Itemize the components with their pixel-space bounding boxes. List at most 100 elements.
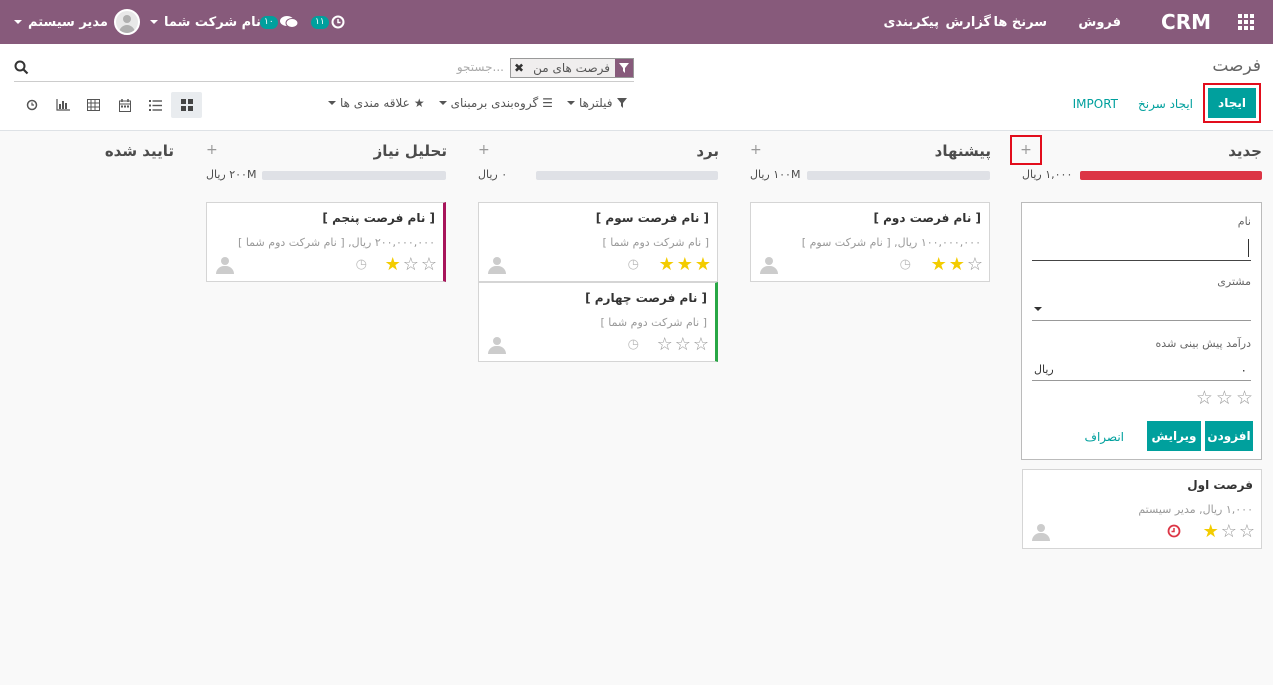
card-subtitle: [ نام شرکت دوم شما ] bbox=[600, 316, 707, 329]
menu-leads[interactable]: سرنخ ها bbox=[993, 0, 1047, 44]
star-icon[interactable]: ☆ bbox=[1221, 521, 1237, 542]
list-icon: ☰ bbox=[542, 96, 553, 110]
filters-label: فیلترها bbox=[578, 96, 613, 110]
kanban-card[interactable]: فرصت اول ۱,۰۰۰ ریال, مدیر سیستم ★ ☆ ☆ bbox=[1022, 469, 1262, 549]
kanban-board: جدید + ۱,۰۰۰ ریال پیشنهاد + ۱۰۰M ریال بر… bbox=[0, 132, 1273, 685]
avatar bbox=[113, 9, 140, 35]
star-icon[interactable]: ★ bbox=[677, 254, 693, 275]
plus-icon[interactable]: + bbox=[206, 142, 218, 158]
kanban-card[interactable]: [ نام فرصت چهارم ] [ نام شرکت دوم شما ] … bbox=[478, 282, 718, 362]
column-title-qualification[interactable]: تحلیل نیاز bbox=[374, 142, 447, 160]
star-icon[interactable]: ☆ bbox=[421, 254, 437, 275]
customer-field[interactable] bbox=[1032, 297, 1251, 321]
activity-view-icon[interactable] bbox=[16, 92, 47, 118]
text-cursor bbox=[1248, 239, 1249, 257]
activity-clock-icon[interactable] bbox=[1167, 524, 1181, 542]
star-icon[interactable]: ☆ bbox=[403, 254, 419, 275]
card-subtitle: ۱,۰۰۰ ریال, مدیر سیستم bbox=[1138, 503, 1253, 516]
discard-button[interactable]: انصراف bbox=[1085, 430, 1124, 444]
calendar-view-icon[interactable] bbox=[109, 92, 140, 118]
star-icon[interactable]: ★ bbox=[931, 254, 947, 275]
create-button[interactable]: ایجاد bbox=[1203, 83, 1261, 123]
star-icon[interactable]: ☆ bbox=[675, 334, 691, 355]
search-icon[interactable] bbox=[14, 60, 29, 79]
column-total: ۱,۰۰۰ ریال bbox=[1022, 168, 1073, 181]
priority-stars: ★ ☆ ☆ bbox=[1203, 521, 1255, 542]
star-icon[interactable]: ★ bbox=[385, 254, 401, 275]
star-icon[interactable]: ★ bbox=[695, 254, 711, 275]
quick-create-lead-button[interactable]: ایجاد سرنخ bbox=[1138, 97, 1193, 111]
card-title: [ نام فرصت پنجم ] bbox=[322, 211, 435, 225]
plus-icon[interactable]: + bbox=[750, 142, 762, 158]
list-view-icon[interactable] bbox=[140, 92, 171, 118]
column-progress-bar[interactable] bbox=[807, 171, 990, 180]
apps-menu-icon[interactable] bbox=[1235, 0, 1257, 44]
menu-sales[interactable]: فروش bbox=[1078, 0, 1121, 44]
chevron-down-icon bbox=[566, 101, 575, 105]
column-progress-bar[interactable] bbox=[536, 171, 718, 180]
edit-button[interactable]: ویرایش bbox=[1147, 421, 1201, 451]
expected-revenue-field[interactable]: ۰ ریال bbox=[1032, 359, 1251, 381]
star-icon[interactable]: ☆ bbox=[693, 334, 709, 355]
column-title-won[interactable]: برد bbox=[696, 142, 719, 160]
column-progress-bar[interactable] bbox=[262, 171, 446, 180]
search-input[interactable]: جستجو... bbox=[457, 60, 504, 74]
chevron-down-icon[interactable] bbox=[1034, 307, 1042, 311]
graph-view-icon[interactable] bbox=[47, 92, 78, 118]
import-button[interactable]: IMPORT bbox=[1073, 97, 1118, 111]
activity-clock-icon[interactable]: ◷ bbox=[628, 257, 639, 272]
avatar bbox=[1031, 524, 1051, 542]
close-icon[interactable]: ✖ bbox=[511, 61, 528, 75]
avatar bbox=[487, 257, 507, 275]
column-total: ۲۰۰M ریال bbox=[206, 168, 257, 181]
kanban-card[interactable]: [ نام فرصت پنجم ] ۲۰۰,۰۰۰,۰۰۰ ریال, [ نا… bbox=[206, 202, 446, 282]
name-field[interactable] bbox=[1032, 237, 1251, 261]
company-switcher[interactable]: نام شرکت شما bbox=[150, 0, 261, 44]
card-subtitle: ۱۰۰,۰۰۰,۰۰۰ ریال, [ نام شرکت سوم ] bbox=[801, 236, 981, 249]
column-title-confirmed[interactable]: تایید شده bbox=[105, 142, 174, 160]
search-bar[interactable]: جستجو... ✖ فرصت های من bbox=[14, 56, 634, 82]
column-total: ۱۰۰M ریال bbox=[750, 168, 801, 181]
activity-clock-icon[interactable]: ◷ bbox=[900, 257, 911, 272]
star-icon[interactable]: ☆ bbox=[1236, 387, 1253, 409]
priority-stars: ☆ ☆ ☆ bbox=[657, 334, 709, 355]
star-icon[interactable]: ☆ bbox=[967, 254, 983, 275]
kanban-card[interactable]: [ نام فرصت سوم ] [ نام شرکت دوم شما ] ★ ★… bbox=[478, 202, 718, 282]
priority-stars: ☆ ☆ ☆ bbox=[1196, 387, 1253, 409]
clock-icon bbox=[331, 15, 345, 29]
star-icon[interactable]: ★ bbox=[949, 254, 965, 275]
activity-menu[interactable]: ۱۱ bbox=[311, 0, 345, 44]
star-icon[interactable]: ☆ bbox=[1196, 387, 1213, 409]
quick-add-button[interactable]: + bbox=[1010, 135, 1042, 165]
column-title-proposal[interactable]: پیشنهاد bbox=[935, 142, 991, 160]
control-panel: فرصت جستجو... ✖ فرصت های من ایجاد ایجاد … bbox=[0, 44, 1273, 131]
expected-revenue-label: درآمد پیش بینی شده bbox=[1155, 337, 1251, 350]
filters-dropdown[interactable]: فیلترها bbox=[566, 96, 627, 110]
app-brand[interactable]: CRM bbox=[1161, 0, 1211, 44]
activity-clock-icon[interactable]: ◷ bbox=[628, 337, 639, 352]
activity-clock-icon[interactable]: ◷ bbox=[356, 257, 367, 272]
user-menu[interactable]: مدیر سیستم bbox=[14, 0, 140, 44]
menu-configuration[interactable]: پیکربندی bbox=[884, 0, 939, 44]
menu-reporting[interactable]: گزارش bbox=[945, 0, 991, 44]
add-button[interactable]: افزودن bbox=[1205, 421, 1253, 451]
group-by-dropdown[interactable]: گروه‌بندی برمبنای ☰ bbox=[438, 96, 553, 110]
column-progress-bar[interactable] bbox=[1080, 171, 1262, 180]
card-title: فرصت اول bbox=[1187, 478, 1253, 492]
pivot-view-icon[interactable] bbox=[78, 92, 109, 118]
star-icon[interactable]: ★ bbox=[659, 254, 675, 275]
star-icon[interactable]: ★ bbox=[1203, 521, 1219, 542]
name-label: نام bbox=[1237, 215, 1251, 228]
star-icon[interactable]: ☆ bbox=[1239, 521, 1255, 542]
kanban-view-icon[interactable] bbox=[171, 92, 202, 118]
column-title-new[interactable]: جدید bbox=[1228, 142, 1262, 160]
messaging-menu[interactable]: ۱۰ bbox=[260, 0, 298, 44]
avatar bbox=[215, 257, 235, 275]
star-icon[interactable]: ☆ bbox=[1216, 387, 1233, 409]
plus-icon[interactable]: + bbox=[478, 142, 490, 158]
plus-icon: + bbox=[1020, 142, 1032, 158]
priority-stars: ★ ☆ ☆ bbox=[385, 254, 437, 275]
favorites-dropdown[interactable]: علاقه مندی ها ★ bbox=[328, 96, 425, 110]
kanban-card[interactable]: [ نام فرصت دوم ] ۱۰۰,۰۰۰,۰۰۰ ریال, [ نام… bbox=[750, 202, 990, 282]
star-icon[interactable]: ☆ bbox=[657, 334, 673, 355]
